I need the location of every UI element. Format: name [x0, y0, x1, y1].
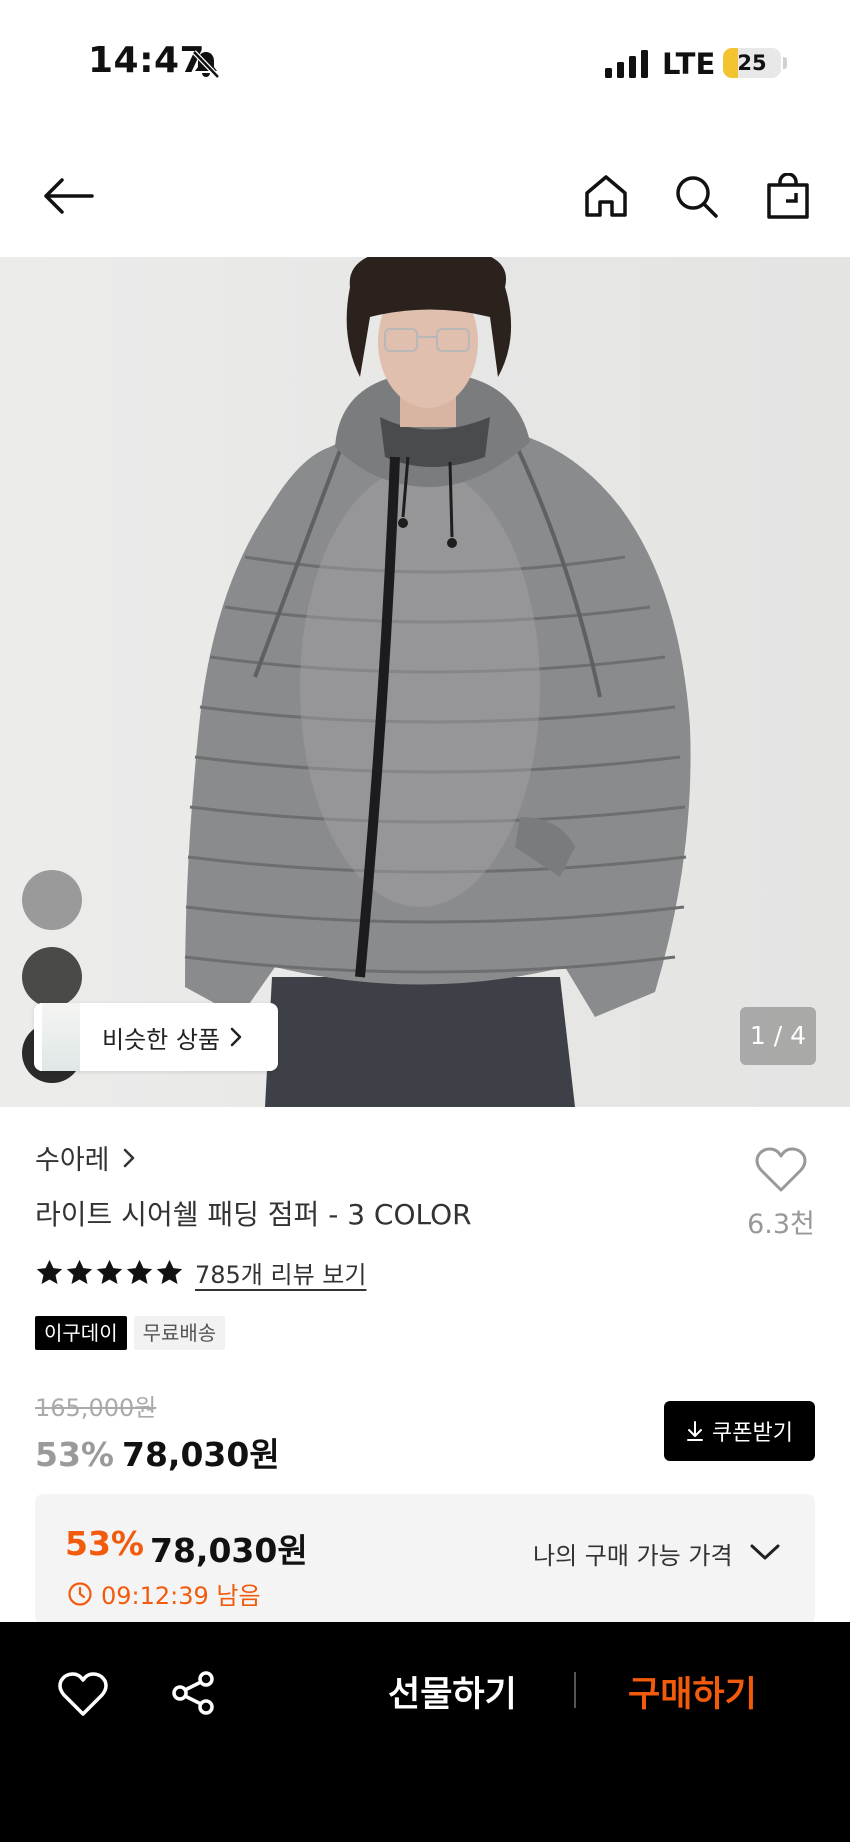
top-nav: [0, 150, 850, 260]
original-price: 165,000원: [35, 1394, 157, 1422]
bell-slash-icon: [192, 50, 220, 79]
sale-price: 78,030원: [122, 1435, 280, 1474]
free-shipping-badge: 무료배송: [133, 1316, 226, 1350]
price-row: 53% 78,030원: [35, 1428, 280, 1476]
star-icon: [156, 1259, 183, 1284]
my-price-amount: 78,030원: [150, 1531, 308, 1570]
color-swatch-charcoal[interactable]: [22, 947, 82, 1007]
star-icon: [96, 1259, 123, 1284]
shopping-bag-icon: [767, 173, 809, 219]
product-image-gallery[interactable]: 비슷한 상품 1 / 4: [0, 257, 850, 1107]
like-count: 6.3천: [747, 1209, 815, 1240]
signal-icon: [605, 50, 648, 78]
star-icon: [66, 1259, 93, 1284]
star-icon: [126, 1259, 153, 1284]
battery-nub: [783, 57, 787, 69]
countdown-timer: 09:12:39 남음: [67, 1576, 261, 1611]
discount-rate: 53%: [35, 1435, 114, 1474]
share-icon[interactable]: [170, 1670, 216, 1716]
countdown-text: 09:12:39 남음: [101, 1582, 261, 1610]
badge-list: 이구데이 무료배송: [35, 1316, 232, 1350]
search-button[interactable]: [668, 168, 724, 224]
battery-level: 25: [737, 51, 767, 75]
heart-outline-icon: [755, 1147, 807, 1192]
network-type: LTE: [662, 47, 716, 81]
star-icon: [36, 1259, 63, 1284]
back-button[interactable]: [40, 168, 96, 224]
color-swatch-grey[interactable]: [22, 870, 82, 930]
similar-products-button[interactable]: 비슷한 상품: [34, 1003, 278, 1071]
back-arrow-icon: [44, 178, 94, 214]
chevron-down-icon: [750, 1544, 780, 1560]
star-rating: [35, 1258, 185, 1287]
cart-button[interactable]: [760, 168, 816, 224]
download-icon: [687, 1421, 704, 1441]
product-title: 라이트 시어쉘 패딩 점퍼 - 3 COLOR: [35, 1198, 472, 1231]
action-divider: [574, 1672, 576, 1708]
like-button[interactable]: 6.3천: [740, 1146, 822, 1241]
search-icon: [676, 176, 718, 218]
my-price-label: 나의 구매 가능 가격: [533, 1542, 733, 1570]
brand-name: 수아레: [35, 1145, 110, 1176]
buy-button[interactable]: 구매하기: [628, 1666, 757, 1717]
home-button[interactable]: [578, 168, 634, 224]
review-link[interactable]: 785개 리뷰 보기: [195, 1255, 366, 1290]
status-time: 14:47: [88, 40, 206, 81]
battery-icon: 25: [723, 48, 781, 78]
clock-icon: [68, 1581, 92, 1606]
home-icon: [585, 175, 627, 217]
bottom-action-bar: 선물하기 구매하기: [0, 1622, 850, 1842]
similar-products-label: 비슷한 상품: [102, 1025, 221, 1054]
event-badge: 이구데이: [35, 1316, 127, 1350]
similar-product-thumbnail: [40, 1003, 80, 1071]
my-price-panel[interactable]: 53% 78,030원 09:12:39 남음 나의 구매 가능 가격: [35, 1494, 815, 1624]
rating-row: 785개 리뷰 보기: [35, 1255, 366, 1290]
gift-button[interactable]: 선물하기: [388, 1666, 517, 1717]
chevron-right-icon: [230, 1027, 242, 1047]
status-bar: 14:47 LTE 25: [0, 0, 850, 120]
wishlist-heart-icon[interactable]: [58, 1672, 108, 1718]
gallery-page-indicator: 1 / 4: [740, 1007, 816, 1065]
coupon-label: 쿠폰받기: [712, 1421, 793, 1446]
coupon-download-button[interactable]: 쿠폰받기: [664, 1401, 815, 1461]
my-price-discount: 53%: [65, 1524, 144, 1563]
brand-link[interactable]: 수아레: [35, 1138, 136, 1177]
product-photo: [184, 257, 691, 1107]
chevron-right-icon: [123, 1148, 134, 1167]
